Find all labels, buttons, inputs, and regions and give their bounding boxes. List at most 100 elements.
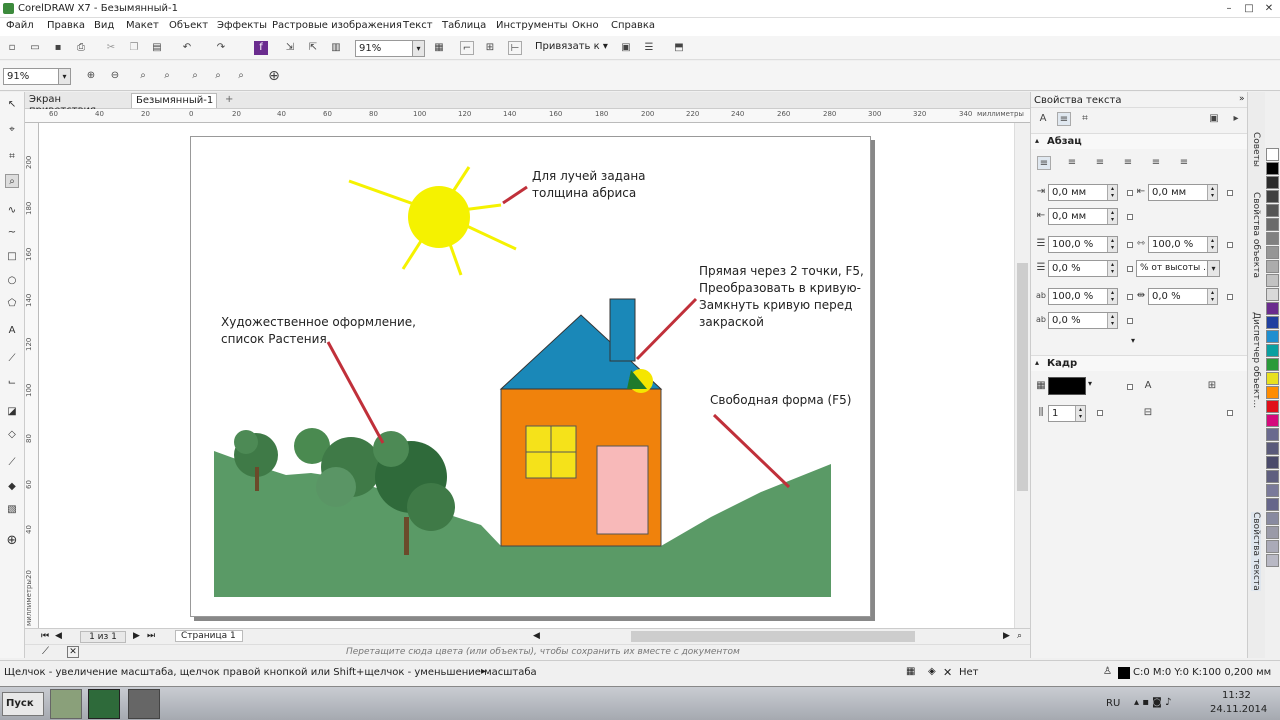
paragraph-section[interactable]: ▴ Абзац — [1031, 133, 1248, 149]
connector-tool-icon[interactable]: ⌙ — [5, 376, 19, 390]
color-swatch[interactable] — [1266, 316, 1279, 329]
frame-color-swatch[interactable] — [1048, 377, 1086, 395]
color-swatch[interactable] — [1266, 148, 1279, 161]
color-swatch[interactable] — [1266, 274, 1279, 287]
scroll-left-icon[interactable]: ◀ — [533, 631, 540, 641]
lock-checkbox[interactable] — [1227, 190, 1233, 196]
show-rulers-icon[interactable]: ⌐ — [460, 41, 474, 55]
zoom-page-icon[interactable]: ⌕ — [188, 69, 202, 83]
export-icon[interactable]: ⇱ — [306, 41, 320, 55]
first-page-icon[interactable]: ⏮ — [41, 631, 49, 641]
align-right-icon[interactable]: ≡ — [1121, 156, 1135, 170]
taskbar-app-3[interactable] — [128, 689, 160, 719]
align-left-icon[interactable]: ≡ — [1065, 156, 1079, 170]
menu-object[interactable]: Объект — [169, 20, 208, 31]
color-swatch[interactable] — [1266, 330, 1279, 343]
color-swatch[interactable] — [1266, 526, 1279, 539]
status-expand-icon[interactable]: ▸ — [481, 666, 486, 677]
color-swatch[interactable] — [1266, 204, 1279, 217]
redo-icon[interactable]: ↷ — [214, 41, 228, 55]
color-swatch[interactable] — [1266, 456, 1279, 469]
color-swatch[interactable] — [1266, 260, 1279, 273]
frame-section[interactable]: ▴ Кадр — [1031, 355, 1248, 371]
last-page-icon[interactable]: ⏭ — [147, 631, 155, 641]
lock-checkbox[interactable] — [1127, 318, 1133, 324]
import-icon[interactable]: ⇲ — [283, 41, 297, 55]
language-indicator[interactable]: RU — [1106, 698, 1120, 709]
full-screen-icon[interactable]: ▦ — [432, 41, 446, 55]
close-button[interactable]: ✕ — [1260, 1, 1278, 16]
maximize-button[interactable]: □ — [1240, 1, 1258, 16]
color-swatch[interactable] — [1266, 414, 1279, 427]
show-grid-icon[interactable]: ⊞ — [483, 41, 497, 55]
color-swatch[interactable] — [1266, 288, 1279, 301]
pick-tool-icon[interactable]: ↖ — [5, 98, 19, 112]
add-icon[interactable]: ⊕ — [267, 69, 281, 83]
zoom-tool-icon[interactable]: ⌕ — [5, 174, 19, 188]
spin-arrows-icon[interactable]: ▴ ▾ — [1075, 406, 1085, 421]
spin-arrows-icon[interactable]: ▴ ▾ — [1107, 209, 1117, 224]
lock-checkbox[interactable] — [1227, 242, 1233, 248]
after-paragraph-field[interactable]: 0,0 % ▴ ▾ — [1048, 312, 1118, 329]
spin-arrows-icon[interactable]: ▴ ▾ — [1107, 261, 1117, 276]
color-swatch[interactable] — [1266, 176, 1279, 189]
indent-right-field[interactable]: 0,0 мм ▴ ▾ — [1048, 208, 1118, 225]
lock-checkbox[interactable] — [1127, 266, 1133, 272]
menu-help[interactable]: Справка — [611, 20, 655, 31]
menu-bitmaps[interactable]: Растровые изображения — [272, 20, 402, 31]
expand-more-icon[interactable]: ▾ — [1131, 336, 1135, 345]
snap-to-dropdown[interactable]: Привязать к ▾ — [535, 41, 608, 52]
indent-left-field[interactable]: 0,0 мм ▴ ▾ — [1048, 184, 1118, 201]
next-page-icon[interactable]: ▶ — [133, 631, 140, 641]
spin-arrows-icon[interactable]: ▴ ▾ — [1207, 185, 1217, 200]
tab-object-manager[interactable]: Диспетчер объект... — [1251, 312, 1261, 408]
tab-hints[interactable]: Советы — [1251, 132, 1261, 167]
tab-text-properties[interactable]: Свойства текста — [1251, 512, 1261, 591]
annotation-line[interactable]: Прямая через 2 точки, F5, Преобразовать … — [699, 263, 864, 331]
paragraph-icon[interactable]: ≡ — [1057, 112, 1071, 126]
show-guidelines-icon[interactable]: ⊢ — [508, 41, 522, 55]
taskbar-app-1[interactable] — [50, 689, 82, 719]
color-swatch[interactable] — [1266, 400, 1279, 413]
crop-tool-icon[interactable]: ⌗ — [5, 150, 19, 164]
color-swatch[interactable] — [1266, 554, 1279, 567]
undo-icon[interactable]: ↶ — [180, 41, 194, 55]
color-swatch[interactable] — [1266, 498, 1279, 511]
house-door[interactable] — [596, 445, 649, 535]
lock-checkbox[interactable] — [1127, 214, 1133, 220]
clock-time[interactable]: 11:32 — [1222, 690, 1251, 701]
color-swatch[interactable] — [1266, 372, 1279, 385]
lock-checkbox[interactable] — [1127, 242, 1133, 248]
annotation-freeform[interactable]: Свободная форма (F5) — [710, 392, 851, 409]
first-line-indent-field[interactable]: 0,0 мм ▴ ▾ — [1148, 184, 1218, 201]
horizontal-scroll-thumb[interactable] — [631, 631, 915, 642]
tab-welcome[interactable]: Экран приветствия — [25, 93, 131, 116]
text-frame-icon[interactable]: A — [1141, 379, 1155, 393]
spin-arrows-icon[interactable]: ▴ ▾ — [1107, 185, 1117, 200]
chevron-down-icon[interactable]: ▾ — [1088, 379, 1092, 388]
outline-pen-icon[interactable]: ♙ — [1103, 666, 1112, 677]
corel-connect-icon[interactable]: f — [254, 41, 268, 55]
color-swatch[interactable] — [1266, 358, 1279, 371]
align-justify-icon[interactable]: ≡ — [1149, 156, 1163, 170]
color-swatch[interactable] — [1266, 484, 1279, 497]
word-spacing-field[interactable]: 100,0 % ▴ ▾ — [1048, 288, 1118, 305]
color-swatch[interactable] — [1266, 190, 1279, 203]
color-swatch[interactable] — [1266, 442, 1279, 455]
no-color-swatch-icon[interactable]: ✕ — [67, 646, 79, 658]
spin-arrows-icon[interactable]: ▴ ▾ — [1207, 237, 1217, 252]
menu-view[interactable]: Вид — [94, 20, 114, 31]
annotation-rays[interactable]: Для лучей задана толщина абриса — [532, 168, 646, 202]
zoom-levels-combo[interactable]: 91% ▾ — [3, 68, 71, 85]
save-icon[interactable]: ▪ — [51, 41, 65, 55]
menu-tools[interactable]: Инструменты — [496, 20, 568, 31]
add-tab-button[interactable]: + — [221, 93, 237, 108]
transparency-icon[interactable]: ◇ — [5, 428, 19, 442]
docker-menu-icon[interactable]: ▸ — [1229, 112, 1243, 126]
dimension-tool-icon[interactable]: ⟋ — [5, 352, 19, 366]
sun-circle[interactable] — [408, 186, 470, 248]
color-swatch[interactable] — [1266, 218, 1279, 231]
house-chimney[interactable] — [609, 298, 636, 362]
zoom-out-icon[interactable]: ⊖ — [108, 69, 122, 83]
align-force-justify-icon[interactable]: ≡ — [1177, 156, 1191, 170]
